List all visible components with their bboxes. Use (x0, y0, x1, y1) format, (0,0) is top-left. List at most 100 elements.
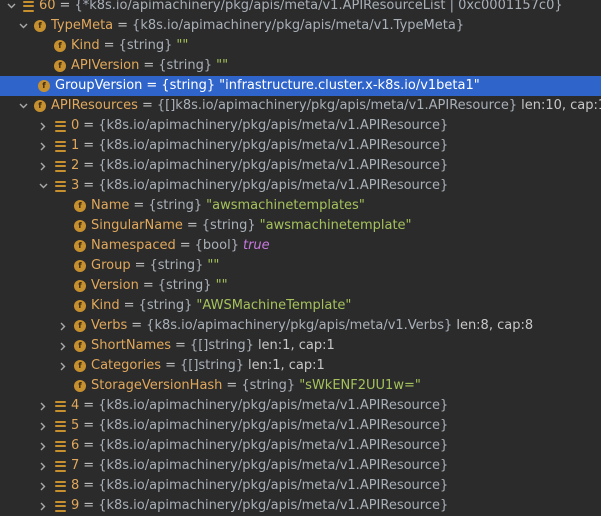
node-type: {string} (241, 378, 296, 393)
node-name: ShortNames (91, 338, 172, 353)
list-icon (54, 120, 66, 132)
node-name: TypeMeta (51, 18, 114, 33)
field-icon: f (74, 260, 86, 272)
field-icon: f (54, 40, 66, 52)
chevron-right-icon[interactable] (58, 336, 68, 356)
list-icon (54, 480, 66, 492)
tree-row-version[interactable]: f Version = {string} "" (0, 276, 601, 296)
tree-row-item[interactable]: 9 = {k8s.io/apimachinery/pkg/apis/meta/v… (0, 496, 601, 516)
tree-row-typemeta[interactable]: f TypeMeta = {k8s.io/apimachinery/pkg/ap… (0, 16, 601, 36)
node-value: "sWkENF2UU1w=" (299, 378, 421, 393)
node-name: Version (91, 278, 139, 293)
tree-row-kind[interactable]: f Kind = {string} "AWSMachineTemplate" (0, 296, 601, 316)
node-type: {string} (148, 198, 203, 213)
field-icon: f (54, 60, 66, 72)
chevron-right-icon[interactable] (38, 456, 48, 476)
list-icon (22, 0, 34, 12)
node-name: 7 (71, 458, 80, 473)
tree-row-item[interactable]: 1 = {k8s.io/apimachinery/pkg/apis/meta/v… (0, 136, 601, 156)
node-name: 5 (71, 418, 80, 433)
tree-row-name[interactable]: f Name = {string} "awsmachinetemplates" (0, 196, 601, 216)
node-type: {[]string} (179, 358, 244, 373)
node-name: 3 (71, 178, 80, 193)
chevron-right-icon[interactable] (38, 136, 48, 156)
tree-row-item[interactable]: 6 = {k8s.io/apimachinery/pkg/apis/meta/v… (0, 436, 601, 456)
node-name: SingularName (91, 218, 183, 233)
field-icon: f (74, 240, 86, 252)
node-name: Kind (91, 298, 120, 313)
node-extra: len:8, cap:8 (456, 318, 534, 333)
node-name: GroupVersion (55, 78, 143, 93)
node-type: {k8s.io/apimachinery/pkg/apis/meta/v1.AP… (98, 418, 449, 433)
node-type: {bool} (194, 238, 239, 253)
tree-row-categories[interactable]: f Categories = {[]string} len:1, cap:1 (0, 356, 601, 376)
node-value: true (242, 238, 270, 253)
chevron-right-icon[interactable] (38, 156, 48, 176)
chevron-down-icon[interactable] (18, 96, 28, 116)
node-type: {[]k8s.io/apimachinery/pkg/apis/meta/v1.… (156, 98, 518, 113)
chevron-down-icon[interactable] (38, 176, 48, 196)
field-icon: f (74, 320, 86, 332)
tree-row-apiversion[interactable]: f APIVersion = {string} "" (0, 56, 601, 76)
node-type: {k8s.io/apimachinery/pkg/apis/meta/v1.Ve… (146, 318, 453, 333)
tree-row-group[interactable]: f Group = {string} "" (0, 256, 601, 276)
node-type: {k8s.io/apimachinery/pkg/apis/meta/v1.AP… (98, 118, 449, 133)
field-icon: f (74, 300, 86, 312)
chevron-right-icon[interactable] (38, 396, 48, 416)
chevron-right-icon[interactable] (38, 416, 48, 436)
tree-row-namespaced[interactable]: f Namespaced = {bool} true (0, 236, 601, 256)
node-extra: len:10, cap:17 (521, 98, 601, 113)
tree-row-item[interactable]: 7 = {k8s.io/apimachinery/pkg/apis/meta/v… (0, 456, 601, 476)
tree-row-root[interactable]: 60 = {*k8s.io/apimachinery/pkg/apis/meta… (0, 0, 601, 16)
node-name: Verbs (91, 318, 128, 333)
chevron-right-icon[interactable] (38, 436, 48, 456)
tree-row-singularname[interactable]: f SingularName = {string} "awsmachinetem… (0, 216, 601, 236)
chevron-down-icon[interactable] (6, 0, 16, 16)
node-type: {k8s.io/apimachinery/pkg/apis/meta/v1.AP… (98, 178, 449, 193)
node-value: "infrastructure.cluster.x-k8s.io/v1beta1… (219, 78, 480, 93)
tree-row-item[interactable]: 8 = {k8s.io/apimachinery/pkg/apis/meta/v… (0, 476, 601, 496)
node-name: 4 (71, 398, 80, 413)
node-type: {string} (158, 58, 213, 73)
node-type: {string} (149, 258, 204, 273)
list-icon (54, 400, 66, 412)
field-icon: f (34, 100, 46, 112)
node-name: 0 (71, 118, 80, 133)
chevron-down-icon[interactable] (18, 16, 28, 36)
tree-row-item[interactable]: 5 = {k8s.io/apimachinery/pkg/apis/meta/v… (0, 416, 601, 436)
chevron-right-icon[interactable] (58, 356, 68, 376)
tree-row-shortnames[interactable]: f ShortNames = {[]string} len:1, cap:1 (0, 336, 601, 356)
node-type: {k8s.io/apimachinery/pkg/apis/meta/v1.Ty… (132, 18, 465, 33)
node-value: "" (176, 38, 189, 53)
node-type: {k8s.io/apimachinery/pkg/apis/meta/v1.AP… (98, 458, 449, 473)
chevron-right-icon[interactable] (58, 316, 68, 336)
node-type: {k8s.io/apimachinery/pkg/apis/meta/v1.AP… (98, 478, 449, 493)
chevron-right-icon[interactable] (38, 496, 48, 516)
list-icon (54, 180, 66, 192)
node-name: 60 (39, 0, 56, 13)
field-icon: f (74, 380, 86, 392)
tree-row-verbs[interactable]: f Verbs = {k8s.io/apimachinery/pkg/apis/… (0, 316, 601, 336)
tree-row-item[interactable]: 4 = {k8s.io/apimachinery/pkg/apis/meta/v… (0, 396, 601, 416)
node-extra: len:1, cap:1 (257, 338, 335, 353)
node-name: Namespaced (91, 238, 176, 253)
node-value: "" (207, 258, 220, 273)
field-icon: f (74, 340, 86, 352)
tree-row-item[interactable]: 2 = {k8s.io/apimachinery/pkg/apis/meta/v… (0, 156, 601, 176)
chevron-right-icon[interactable] (38, 476, 48, 496)
node-name: APIVersion (71, 58, 140, 73)
node-type: {k8s.io/apimachinery/pkg/apis/meta/v1.AP… (98, 398, 449, 413)
field-icon: f (74, 220, 86, 232)
list-icon (54, 140, 66, 152)
field-icon: f (34, 20, 46, 32)
tree-row-apiresources[interactable]: f APIResources = {[]k8s.io/apimachinery/… (0, 96, 601, 116)
tree-row-kind[interactable]: f Kind = {string} "" (0, 36, 601, 56)
node-name: 6 (71, 438, 80, 453)
tree-row-item[interactable]: 0 = {k8s.io/apimachinery/pkg/apis/meta/v… (0, 116, 601, 136)
node-value: "" (216, 58, 229, 73)
node-type: {string} (138, 298, 193, 313)
tree-row-item[interactable]: 3 = {k8s.io/apimachinery/pkg/apis/meta/v… (0, 176, 601, 196)
chevron-right-icon[interactable] (38, 116, 48, 136)
tree-row-storageversionhash[interactable]: f StorageVersionHash = {string} "sWkENF2… (0, 376, 601, 396)
tree-row-groupversion[interactable]: f GroupVersion = {string} "infrastructur… (0, 76, 601, 96)
